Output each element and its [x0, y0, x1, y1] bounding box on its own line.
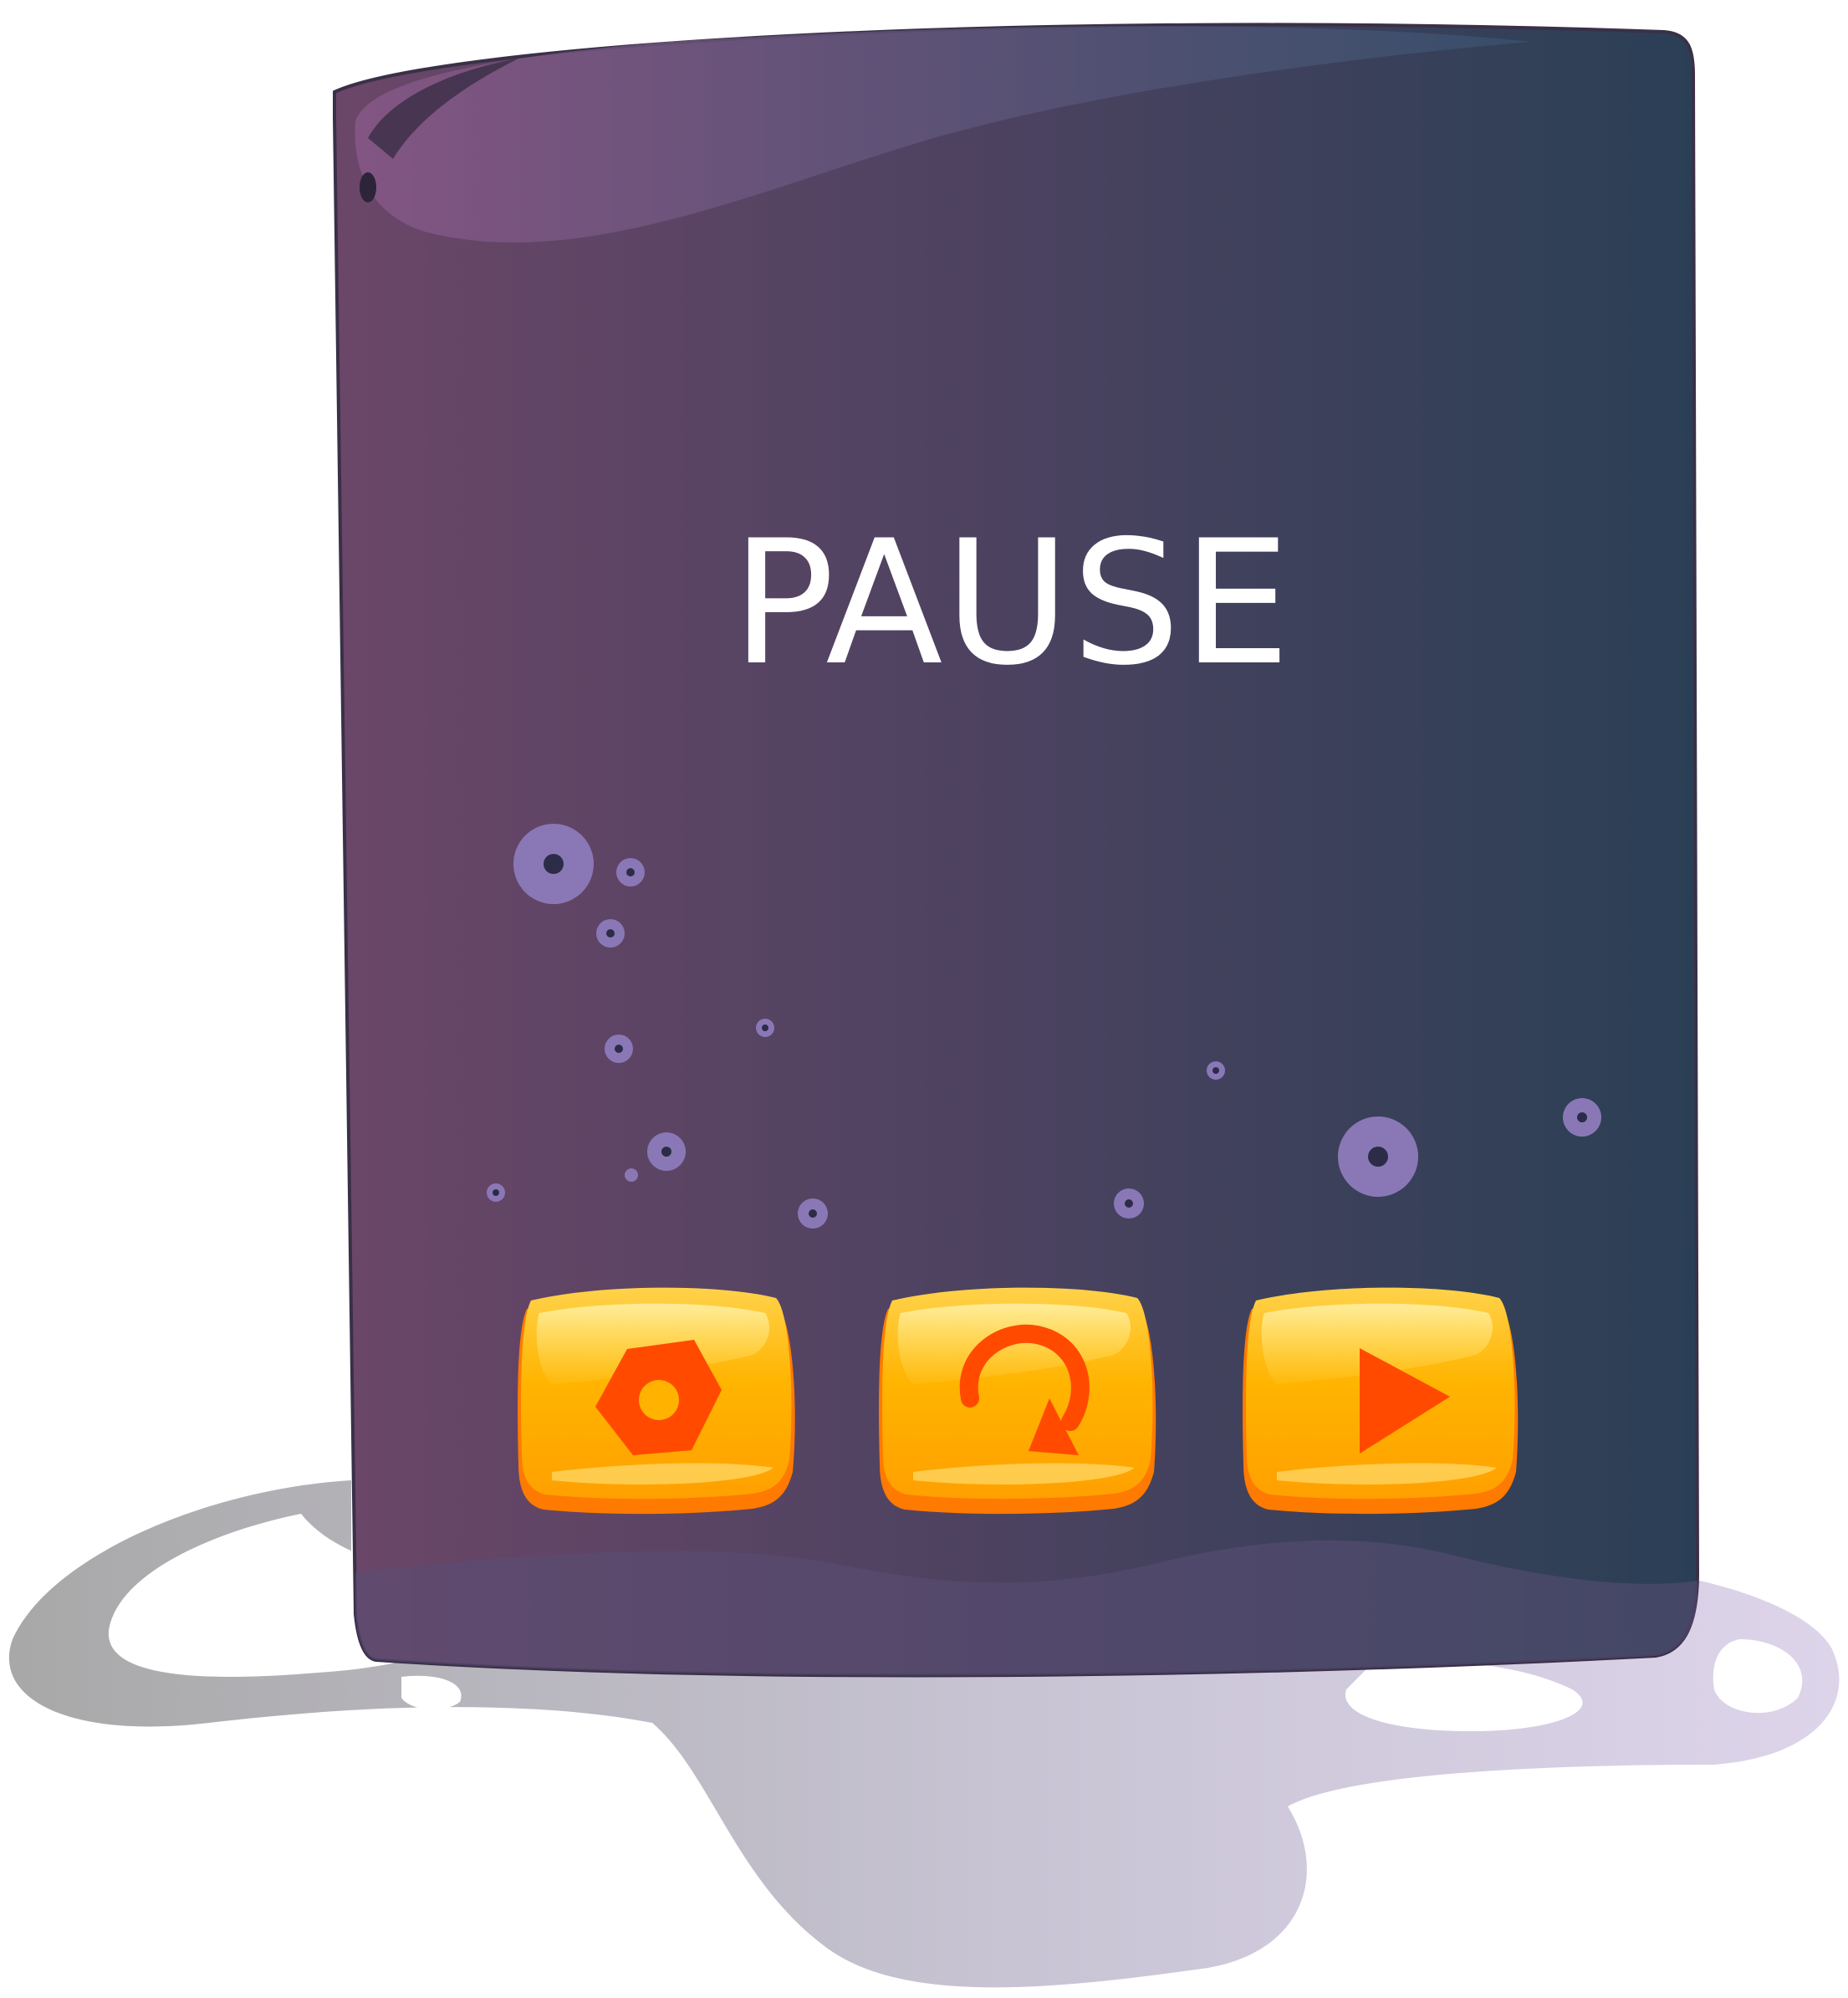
settings-button-hit[interactable] [518, 1288, 794, 1505]
pause-title: PAUSE [731, 504, 1293, 703]
restart-button-hit[interactable] [880, 1288, 1156, 1505]
pause-scene [8, 23, 1840, 1988]
resume-button-hit[interactable] [1243, 1288, 1519, 1505]
